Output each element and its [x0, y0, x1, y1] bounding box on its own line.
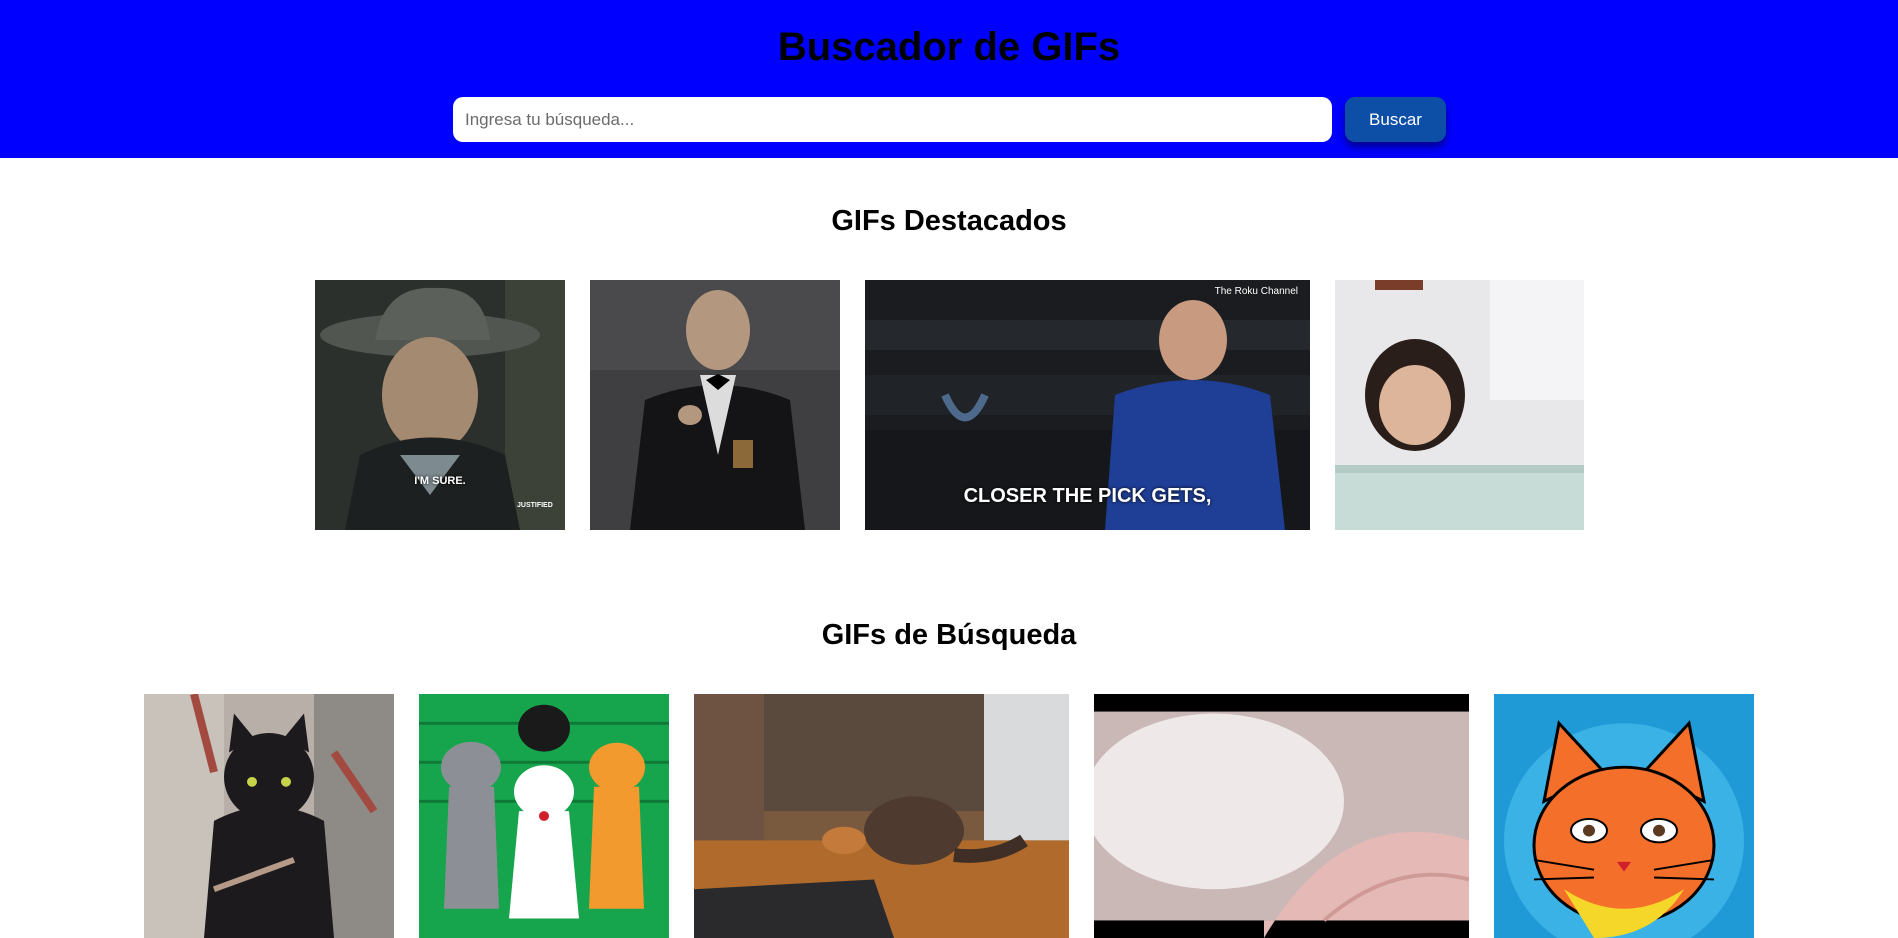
featured-gif-3-watermark: The Roku Channel [1214, 286, 1298, 297]
app-title: Buscador de GIFs [777, 25, 1121, 69]
featured-gif-3[interactable]: The Roku Channel CLOSER THE PICK GETS, [865, 280, 1310, 530]
featured-gif-1-image [315, 280, 565, 530]
search-gif-5-image [1494, 694, 1754, 938]
featured-section-title: GIFs Destacados [831, 205, 1067, 237]
featured-gif-4[interactable] [1335, 280, 1584, 530]
search-input[interactable] [453, 97, 1332, 142]
search-gif-1[interactable] [144, 694, 394, 938]
featured-gif-1[interactable]: I'M SURE. JUSTIFIED [315, 280, 565, 530]
featured-gif-3-caption: CLOSER THE PICK GETS, [963, 485, 1212, 507]
featured-gif-2-image [590, 280, 840, 530]
search-gif-5[interactable] [1494, 694, 1754, 938]
search-button[interactable]: Buscar [1345, 97, 1446, 142]
search-section-title: GIFs de Búsqueda [821, 619, 1077, 651]
search-gif-1-image [144, 694, 394, 938]
search-gif-2-image [419, 694, 669, 938]
search-gif-3[interactable] [694, 694, 1069, 938]
featured-gif-2[interactable] [590, 280, 840, 530]
search-gif-2[interactable] [419, 694, 669, 938]
featured-gif-1-caption: I'M SURE. [414, 475, 466, 487]
featured-gif-1-watermark: JUSTIFIED [517, 502, 553, 509]
search-gif-4-image [1094, 694, 1469, 938]
site-header: Buscador de GIFs Buscar [0, 0, 1898, 158]
search-gif-3-image [694, 694, 1069, 938]
featured-gif-4-image [1335, 280, 1584, 530]
search-gif-4[interactable] [1094, 694, 1469, 938]
